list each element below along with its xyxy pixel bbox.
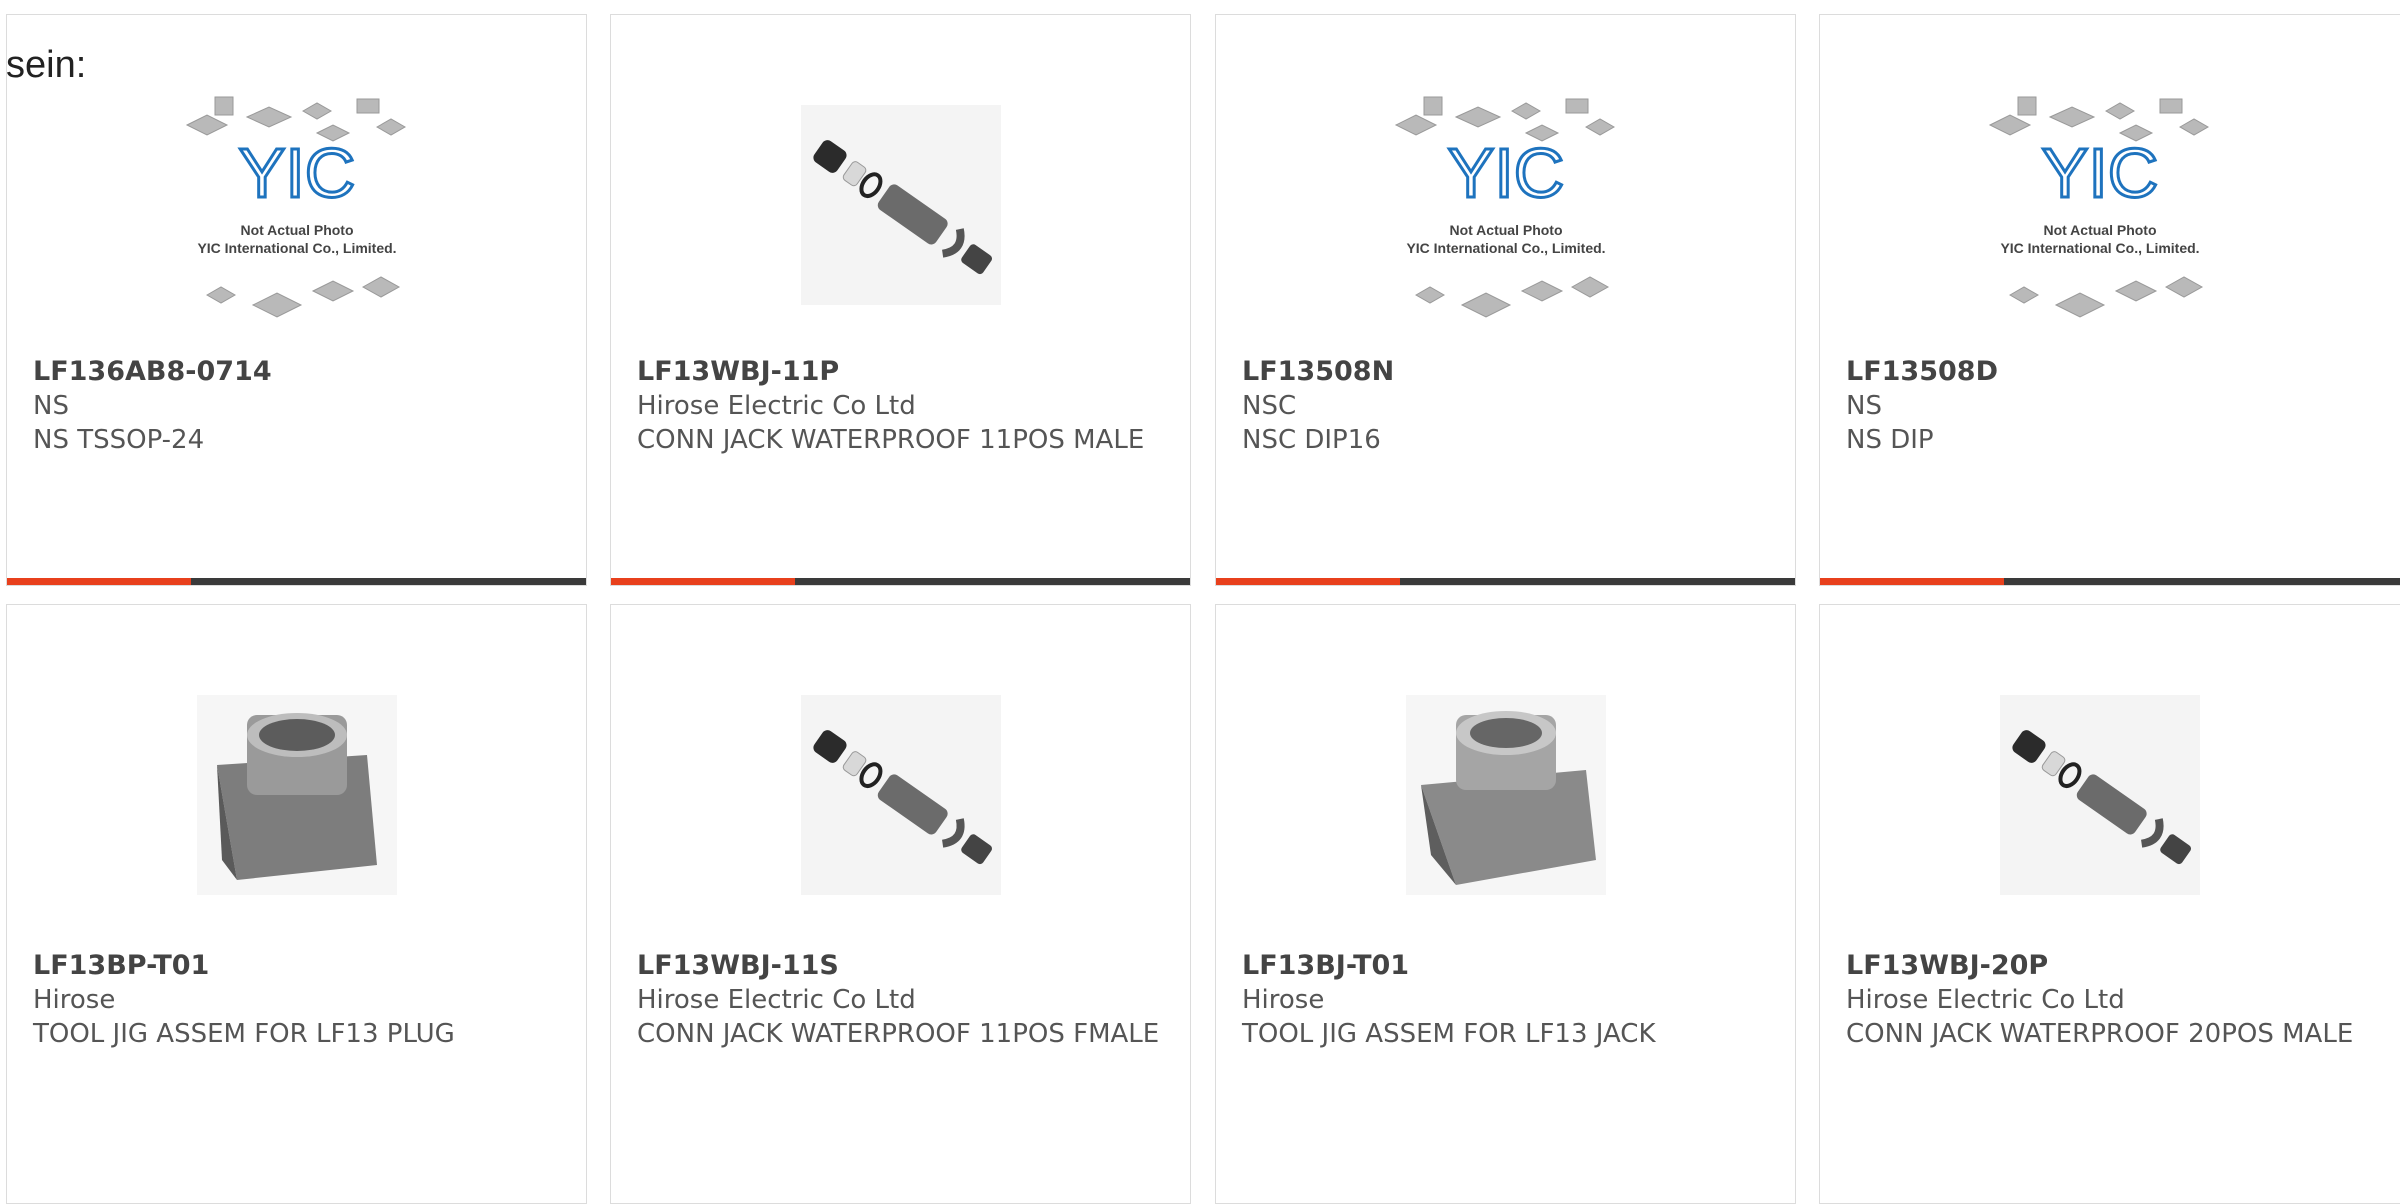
svg-text:YIC International Co., Limited: YIC International Co., Limited. [197, 240, 396, 256]
yic-logo: YIC [1447, 134, 1564, 212]
connector-kit-image[interactable] [781, 85, 1021, 325]
card-bottom-bar [1820, 578, 2400, 585]
part-number[interactable]: LF13508N [1242, 355, 1775, 389]
product-card[interactable]: LF13WBJ-11P Hirose Electric Co Ltd CONN … [610, 14, 1191, 586]
svg-text:Not Actual Photo: Not Actual Photo [1449, 222, 1562, 238]
card-bottom-bar [1216, 578, 1795, 585]
manufacturer: Hirose Electric Co Ltd [637, 391, 916, 421]
part-number[interactable]: LF13BJ-T01 [1242, 949, 1775, 983]
manufacturer: NSC [1242, 391, 1297, 421]
manufacturer: Hirose Electric Co Ltd [1846, 985, 2125, 1015]
svg-text:Not Actual Photo: Not Actual Photo [2043, 222, 2156, 238]
part-number[interactable]: LF136AB8-0714 [33, 355, 566, 389]
jig-tool-image[interactable] [177, 675, 417, 915]
connector-kit-image[interactable] [1980, 675, 2220, 915]
part-number[interactable]: LF13BP-T01 [33, 949, 566, 983]
description: NS DIP [1846, 425, 1934, 455]
part-number[interactable]: LF13WBJ-11S [637, 949, 1170, 983]
part-number[interactable]: LF13WBJ-20P [1846, 949, 2388, 983]
manufacturer: Hirose Electric Co Ltd [637, 985, 916, 1015]
yic-logo: YIC [238, 134, 355, 212]
manufacturer: NS [33, 391, 69, 421]
connector-kit-image[interactable] [781, 675, 1021, 915]
yic-placeholder-image[interactable]: YIC Not Actual Photo YIC International C… [177, 85, 417, 325]
product-card[interactable]: LF13WBJ-11S Hirose Electric Co Ltd CONN … [610, 604, 1191, 1204]
description: CONN JACK WATERPROOF 20POS MALE [1846, 1019, 2354, 1049]
description: TOOL JIG ASSEM FOR LF13 JACK [1242, 1019, 1656, 1049]
svg-text:Not Actual Photo: Not Actual Photo [240, 222, 353, 238]
yic-placeholder-image[interactable]: YIC Not Actual Photo YIC International C… [1980, 85, 2220, 325]
part-number[interactable]: LF13WBJ-11P [637, 355, 1170, 389]
product-card[interactable]: YIC Not Actual Photo YIC International C… [6, 14, 587, 586]
product-card[interactable]: LF13BJ-T01 Hirose TOOL JIG ASSEM FOR LF1… [1215, 604, 1796, 1204]
product-card[interactable]: LF13WBJ-20P Hirose Electric Co Ltd CONN … [1819, 604, 2400, 1204]
yic-placeholder-image[interactable]: YIC Not Actual Photo YIC International C… [1386, 85, 1626, 325]
yic-logo: YIC [2042, 134, 2159, 212]
product-card[interactable]: YIC Not Actual Photo YIC International C… [1215, 14, 1796, 586]
product-card[interactable]: YIC Not Actual Photo YIC International C… [1819, 14, 2400, 586]
manufacturer: NS [1846, 391, 1882, 421]
manufacturer: Hirose [33, 985, 116, 1015]
jig-tool-image[interactable] [1386, 675, 1626, 915]
svg-text:YIC International Co., Limited: YIC International Co., Limited. [2000, 240, 2199, 256]
description: TOOL JIG ASSEM FOR LF13 PLUG [33, 1019, 455, 1049]
card-bottom-bar [7, 578, 586, 585]
description: NSC DIP16 [1242, 425, 1381, 455]
card-bottom-bar [611, 578, 1190, 585]
stray-text: sein: [6, 44, 87, 86]
manufacturer: Hirose [1242, 985, 1325, 1015]
svg-text:YIC International Co., Limited: YIC International Co., Limited. [1406, 240, 1605, 256]
part-number[interactable]: LF13508D [1846, 355, 2388, 389]
description: NS TSSOP-24 [33, 425, 205, 455]
product-card[interactable]: LF13BP-T01 Hirose TOOL JIG ASSEM FOR LF1… [6, 604, 587, 1204]
description: CONN JACK WATERPROOF 11POS FMALE [637, 1019, 1160, 1049]
description: CONN JACK WATERPROOF 11POS MALE [637, 425, 1145, 455]
